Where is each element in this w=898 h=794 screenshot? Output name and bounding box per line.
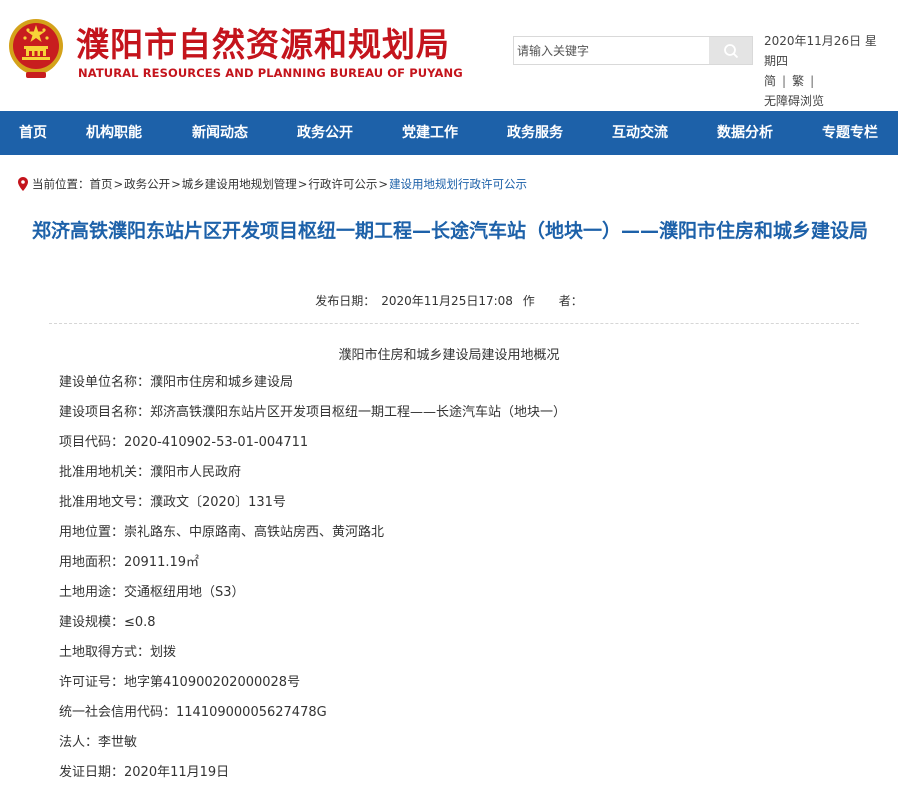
- field-value: 划拨: [150, 645, 177, 660]
- field-label: 用地位置：: [59, 525, 125, 540]
- current-weekday: 期四: [764, 54, 789, 68]
- breadcrumb: 当前位置： 首页 > 政务公开 > 城乡建设用地规划管理 > 行政许可公示 > …: [18, 176, 527, 192]
- field-label: 许可证号：: [59, 675, 125, 690]
- site-title[interactable]: 濮阳市自然资源和规划局: [76, 18, 450, 66]
- nav-item-interaction[interactable]: 互动交流: [612, 111, 668, 155]
- national-emblem-icon: [9, 19, 63, 78]
- nav-item-institution[interactable]: 机构职能: [86, 111, 142, 155]
- nav-item-news[interactable]: 新闻动态: [192, 111, 248, 155]
- field-value: 2020年11月19日: [124, 765, 230, 780]
- field-row: 许可证号： 地字第410900202000028号: [59, 673, 879, 703]
- breadcrumb-land-planning[interactable]: 城乡建设用地规划管理: [182, 176, 297, 192]
- field-value: 李世敏: [98, 735, 138, 750]
- author-label: 作 者：: [522, 294, 583, 308]
- field-label: 统一社会信用代码：: [59, 705, 177, 720]
- site-title-en: NATURAL RESOURCES AND PLANNING BUREAU OF…: [78, 66, 463, 80]
- field-label: 建设项目名称：: [59, 405, 151, 420]
- field-row: 发证日期： 2020年11月19日: [59, 763, 879, 793]
- field-value: 崇礼路东、中原路南、高铁站房西、黄河路北: [124, 525, 385, 540]
- field-label: 批准用地文号：: [59, 495, 151, 510]
- field-row: 建设单位名称： 濮阳市住房和城乡建设局: [59, 373, 879, 403]
- article-meta: 发布日期： 2020年11月25日17:08 作 者：: [0, 292, 898, 309]
- field-value: 11410900005627478G: [176, 705, 327, 720]
- language-switcher: 简 | 繁 |: [764, 71, 894, 91]
- breadcrumb-separator: >: [297, 177, 308, 191]
- lang-separator: |: [810, 74, 815, 88]
- field-row: 土地用途： 交通枢纽用地（S3）: [59, 583, 879, 613]
- search-bar: [513, 36, 753, 65]
- location-pin-icon: [18, 177, 28, 191]
- field-row: 土地取得方式： 划拨: [59, 643, 879, 673]
- date-panel: 2020年11月26日 星 期四 简 | 繁 | 无障碍浏览: [764, 31, 894, 111]
- breadcrumb-government-affairs[interactable]: 政务公开: [124, 176, 170, 192]
- field-value: 濮政文〔2020〕131号: [150, 495, 286, 510]
- field-label: 用地面积：: [59, 555, 125, 570]
- field-row: 项目代码： 2020-410902-53-01-004711: [59, 433, 879, 463]
- field-value: 地字第410900202000028号: [124, 675, 301, 690]
- field-value: 郑济高铁濮阳东站片区开发项目枢纽一期工程——长途汽车站（地块一）: [150, 405, 567, 420]
- field-value: 20911.19㎡: [124, 555, 200, 570]
- nav-item-data-analysis[interactable]: 数据分析: [717, 111, 773, 155]
- accessibility-link[interactable]: 无障碍浏览: [764, 91, 894, 111]
- breadcrumb-home[interactable]: 首页: [90, 176, 113, 192]
- search-icon: [723, 43, 738, 58]
- breadcrumb-permit-notice[interactable]: 行政许可公示: [308, 176, 377, 192]
- field-row: 建设项目名称： 郑济高铁濮阳东站片区开发项目枢纽一期工程——长途汽车站（地块一）: [59, 403, 879, 433]
- article-body: 建设单位名称： 濮阳市住房和城乡建设局 建设项目名称： 郑济高铁濮阳东站片区开发项目…: [59, 373, 879, 793]
- field-label: 建设单位名称：: [59, 375, 151, 390]
- field-label: 发证日期：: [59, 765, 125, 780]
- breadcrumb-separator: >: [378, 177, 389, 191]
- article-subtitle: 濮阳市住房和城乡建设局建设用地概况: [338, 348, 560, 363]
- main-nav: 首页 机构职能 新闻动态 政务公开 党建工作 政务服务 互动交流 数据分析 专题…: [0, 111, 898, 155]
- field-label: 项目代码：: [59, 435, 125, 450]
- field-row: 法人： 李世敏: [59, 733, 879, 763]
- field-row: 批准用地机关： 濮阳市人民政府: [59, 463, 879, 493]
- field-label: 法人：: [59, 735, 99, 750]
- breadcrumb-current[interactable]: 建设用地规划行政许可公示: [389, 176, 527, 192]
- field-value: 濮阳市人民政府: [150, 465, 242, 480]
- current-date: 2020年11月26日 星: [764, 34, 877, 48]
- field-row: 用地位置： 崇礼路东、中原路南、高铁站房西、黄河路北: [59, 523, 879, 553]
- traditional-chinese-link[interactable]: 繁: [792, 71, 804, 91]
- field-label: 批准用地机关：: [59, 465, 151, 480]
- site-header: 濮阳市自然资源和规划局 NATURAL RESOURCES AND PLANNI…: [0, 0, 898, 111]
- breadcrumb-separator: >: [171, 177, 181, 191]
- divider: [49, 323, 859, 324]
- field-row: 批准用地文号： 濮政文〔2020〕131号: [59, 493, 879, 523]
- nav-item-home[interactable]: 首页: [19, 111, 47, 155]
- field-row: 用地面积： 20911.19㎡: [59, 553, 879, 583]
- field-label: 建设规模：: [59, 615, 125, 630]
- field-label: 土地取得方式：: [59, 645, 151, 660]
- nav-item-special-topics[interactable]: 专题专栏: [822, 111, 878, 155]
- search-input[interactable]: [514, 37, 710, 64]
- lang-separator: |: [782, 74, 787, 88]
- simplified-chinese-link[interactable]: 简: [764, 71, 776, 91]
- field-value: ≤0.8: [124, 615, 156, 630]
- field-value: 交通枢纽用地（S3）: [124, 585, 245, 600]
- search-button[interactable]: [709, 37, 752, 64]
- publish-date: 2020年11月25日17:08: [381, 294, 513, 308]
- field-label: 土地用途：: [59, 585, 125, 600]
- nav-item-party-building[interactable]: 党建工作: [402, 111, 458, 155]
- nav-item-services[interactable]: 政务服务: [507, 111, 563, 155]
- field-row: 建设规模： ≤0.8: [59, 613, 879, 643]
- field-value: 2020-410902-53-01-004711: [124, 435, 309, 450]
- field-row: 统一社会信用代码： 11410900005627478G: [59, 703, 879, 733]
- breadcrumb-separator: >: [113, 177, 124, 191]
- breadcrumb-prefix: 当前位置：: [32, 177, 90, 191]
- article-title: 郑济高铁濮阳东站片区开发项目枢纽一期工程—长途汽车站（地块一）——濮阳市住房和城…: [31, 220, 868, 242]
- publish-date-label: 发布日期：: [315, 294, 376, 308]
- field-value: 濮阳市住房和城乡建设局: [150, 375, 294, 390]
- nav-item-government-affairs[interactable]: 政务公开: [297, 111, 353, 155]
